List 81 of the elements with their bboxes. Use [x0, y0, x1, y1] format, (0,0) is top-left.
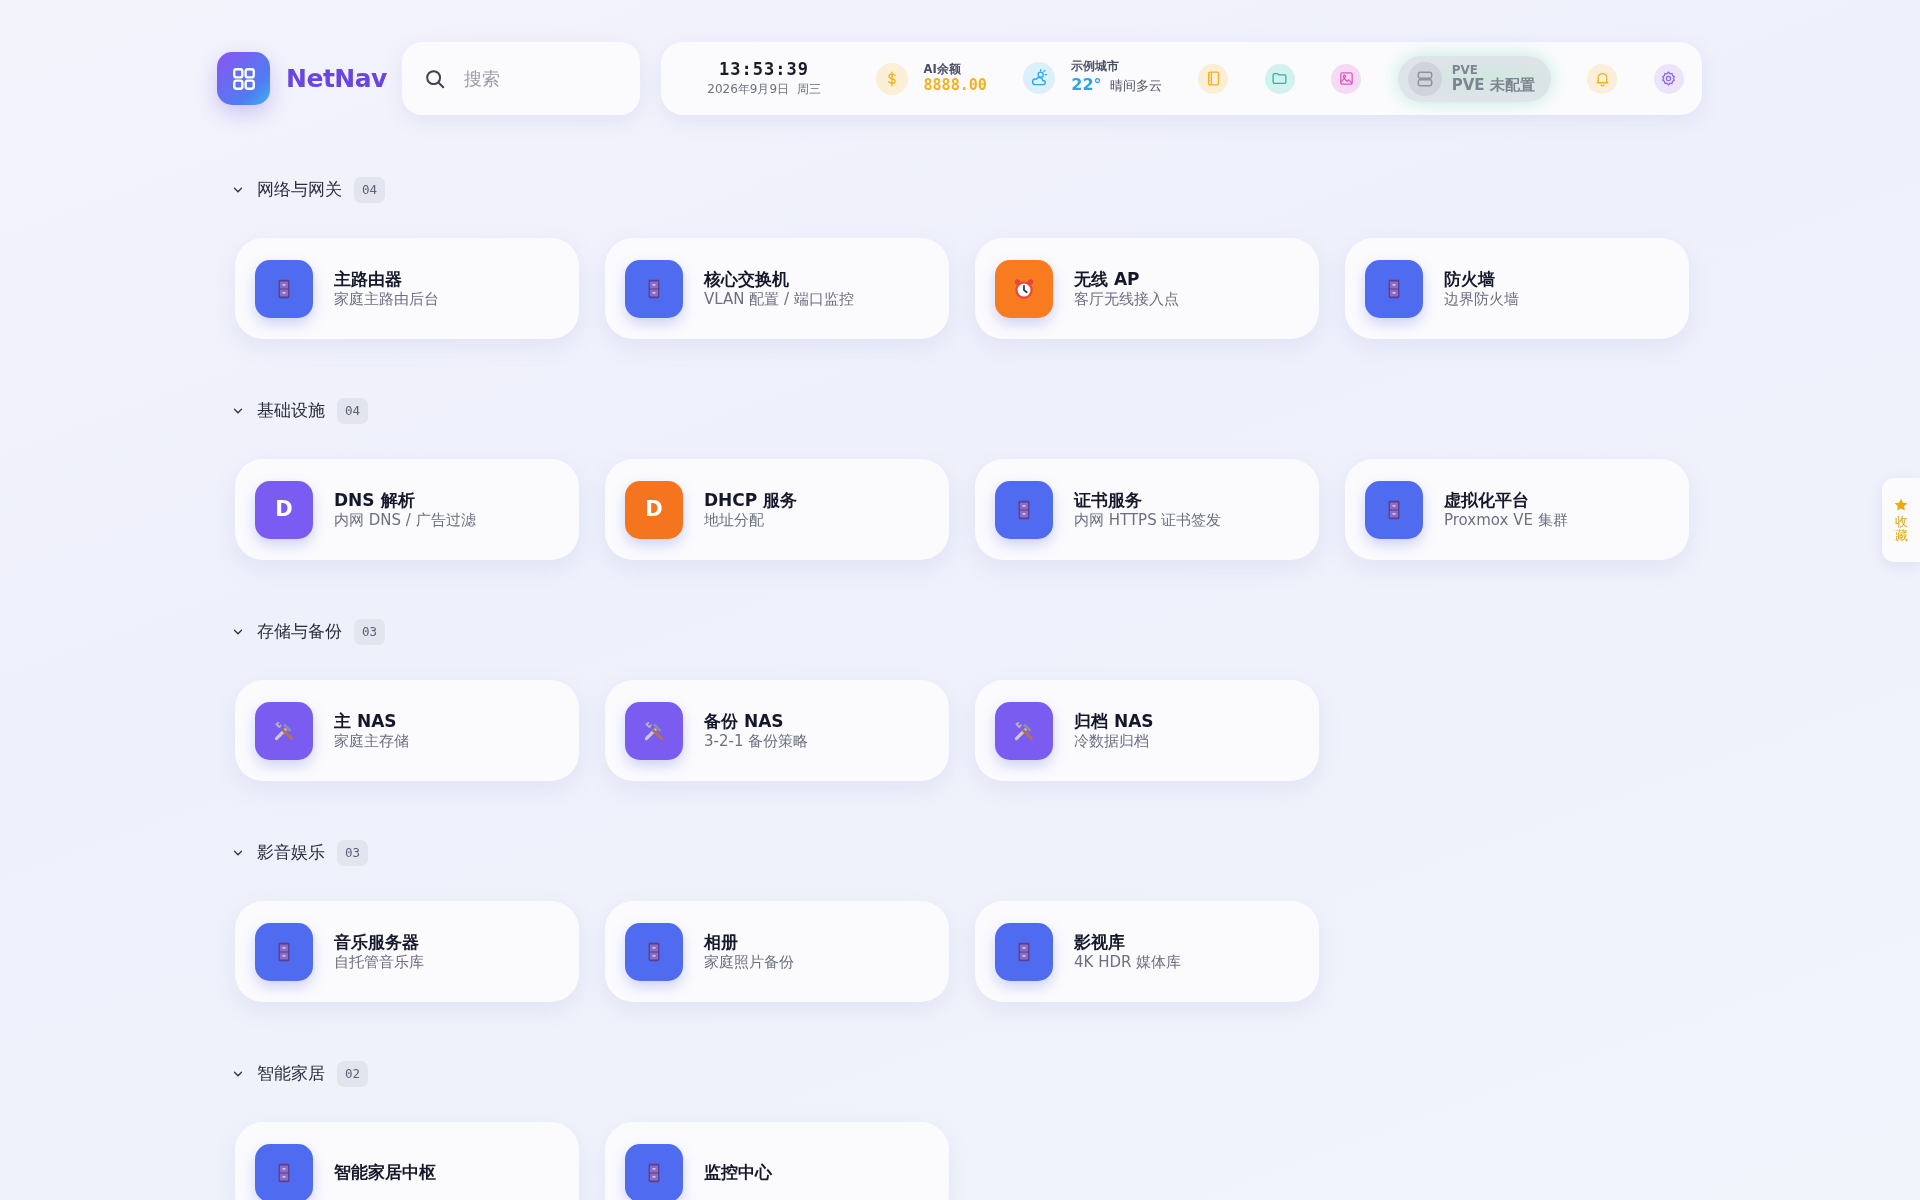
service-card[interactable]: 归档 NAS 冷数据归档 — [975, 680, 1319, 781]
card-title: 智能家居中枢 — [334, 1161, 436, 1184]
card-subtitle: 家庭主路由后台 — [334, 289, 439, 310]
clock-date: 2026年9月9日 周三 — [706, 80, 822, 98]
card-title: 防火墙 — [1444, 267, 1496, 290]
letter-icon: D — [255, 480, 313, 539]
section-title: 基础设施 — [257, 399, 325, 423]
service-card[interactable]: 监控中心 — [605, 1122, 949, 1200]
folder-icon — [1271, 70, 1289, 87]
card-title: DNS 解析 — [334, 488, 416, 511]
card-title: 归档 NAS — [1074, 709, 1154, 732]
card-subtitle: 边界防火墙 — [1444, 289, 1519, 310]
card-title: 备份 NAS — [704, 709, 785, 732]
card-subtitle: 地址分配 — [704, 510, 765, 531]
card-title: 核心交换机 — [704, 267, 790, 290]
service-card[interactable]: 智能家居中枢 — [235, 1122, 579, 1200]
dollar-icon — [875, 62, 908, 95]
service-card[interactable]: 证书服务 内网 HTTPS 证书签发 — [975, 459, 1319, 560]
grid-icon — [230, 65, 257, 92]
service-card[interactable]: 虚拟化平台 Proxmox VE 集群 — [1345, 459, 1689, 560]
card-title: 无线 AP — [1074, 267, 1141, 290]
settings-icon — [1660, 70, 1678, 87]
card-subtitle: 内网 DNS / 广告过滤 — [334, 510, 476, 531]
count-badge: 03 — [337, 839, 369, 867]
weather-condition: 晴间多云 — [1109, 77, 1162, 96]
card-subtitle: 3-2-1 备份策略 — [704, 731, 809, 752]
brand-name: NetNav — [286, 62, 387, 95]
image-icon — [1337, 70, 1355, 87]
service-card[interactable]: 防火墙 边界防火墙 — [1345, 238, 1689, 339]
service-card[interactable]: 音乐服务器 自托管音乐库 — [235, 901, 579, 1002]
service-card[interactable]: 无线 AP 客厅无线接入点 — [975, 238, 1319, 339]
letter-icon: D — [625, 480, 683, 539]
card-title: 主 NAS — [334, 709, 398, 732]
card-title: 监控中心 — [704, 1161, 772, 1184]
card-title: 相册 — [704, 930, 739, 953]
search-icon — [424, 67, 446, 90]
temperature: 22° — [1071, 74, 1102, 97]
card-subtitle: 客厅无线接入点 — [1074, 289, 1179, 310]
section-title: 网络与网关 — [257, 178, 342, 202]
card-subtitle: 家庭主存储 — [334, 731, 409, 752]
card-subtitle: 自托管音乐库 — [334, 952, 424, 973]
pve-status: PVE 未配置 — [1451, 76, 1535, 94]
weather-city: 示例城市 — [1071, 59, 1121, 74]
settings-button[interactable] — [1653, 63, 1684, 94]
card-subtitle: 冷数据归档 — [1074, 731, 1150, 752]
service-card[interactable]: 影视库 4K HDR 媒体库 — [975, 901, 1319, 1002]
count-badge: 04 — [354, 176, 386, 204]
service-card[interactable]: 备份 NAS 3-2-1 备份策略 — [605, 680, 949, 781]
favorites-label: 收藏 — [1894, 514, 1908, 544]
card-title: DHCP 服务 — [704, 488, 798, 511]
search-input[interactable]: 搜索 — [462, 64, 612, 93]
service-card[interactable]: D DHCP 服务 地址分配 — [605, 459, 949, 560]
count-badge: 04 — [337, 397, 369, 425]
server-icon — [1407, 61, 1442, 96]
count-badge: 03 — [354, 618, 386, 646]
card-title: 影视库 — [1074, 930, 1126, 953]
service-card[interactable]: 主 NAS 家庭主存储 — [235, 680, 579, 781]
card-subtitle: 内网 HTTPS 证书签发 — [1074, 510, 1222, 531]
card-subtitle: 家庭照片备份 — [704, 952, 794, 973]
card-title: 证书服务 — [1074, 488, 1143, 511]
balance-label: AI余额 — [923, 62, 962, 77]
card-subtitle: VLAN 配置 / 端口监控 — [704, 289, 854, 310]
section-title: 存储与备份 — [257, 620, 342, 644]
section-title: 智能家居 — [257, 1062, 325, 1086]
weather-icon — [1023, 62, 1056, 95]
card-subtitle: Proxmox VE 集群 — [1444, 510, 1568, 531]
card-title: 主路由器 — [334, 267, 403, 290]
balance-amount: 8888.00 — [923, 76, 987, 95]
count-badge: 02 — [337, 1060, 369, 1088]
service-card[interactable]: 核心交换机 VLAN 配置 / 端口监控 — [605, 238, 949, 339]
image-button[interactable] — [1331, 63, 1362, 94]
card-subtitle: 4K HDR 媒体库 — [1074, 952, 1182, 973]
service-card[interactable]: 相册 家庭照片备份 — [605, 901, 949, 1002]
pve-label: PVE — [1451, 63, 1480, 77]
service-card[interactable]: D DNS 解析 内网 DNS / 广告过滤 — [235, 459, 579, 560]
card-title: 虚拟化平台 — [1444, 488, 1530, 511]
card-title: 音乐服务器 — [334, 930, 420, 953]
section-title: 影音娱乐 — [257, 841, 325, 865]
service-card[interactable]: 主路由器 家庭主路由后台 — [235, 238, 579, 339]
search-field[interactable]: 搜索 — [402, 42, 640, 115]
clock-time: 13:53:39 — [718, 59, 810, 80]
